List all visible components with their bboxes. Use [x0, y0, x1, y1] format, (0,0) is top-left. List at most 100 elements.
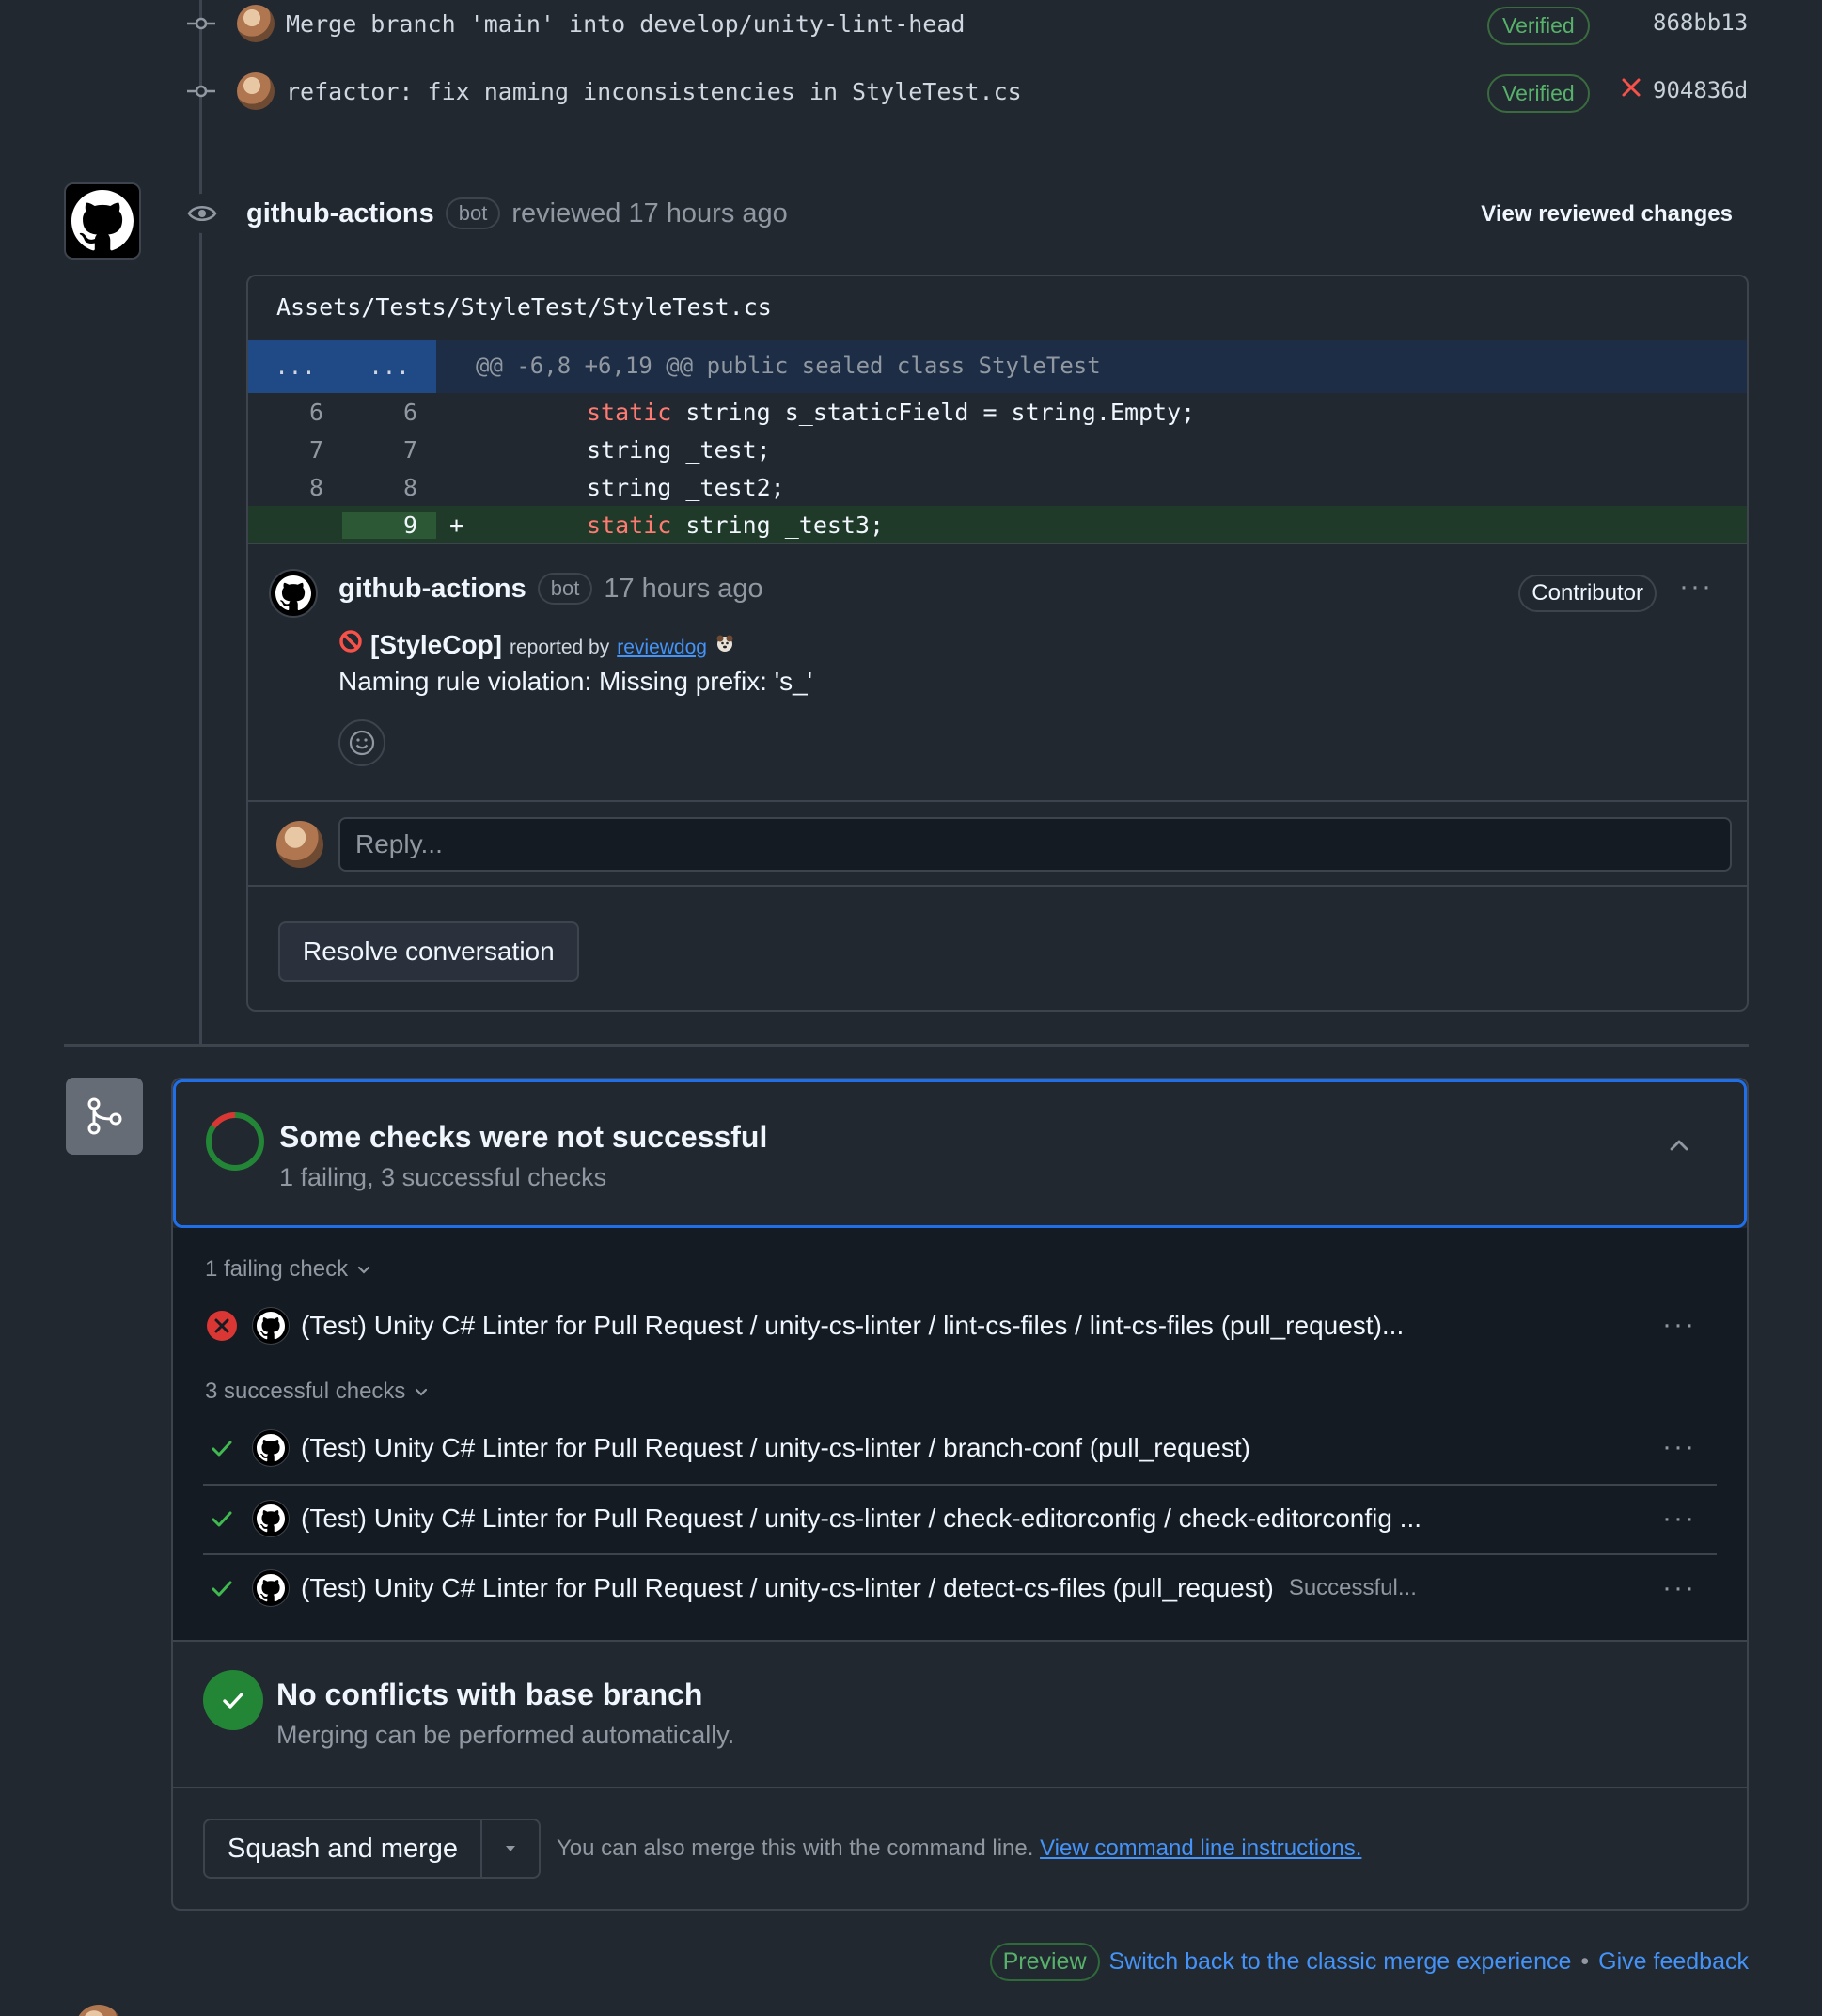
new-line-number[interactable]: 9 — [342, 512, 436, 539]
commit-sha[interactable]: 868bb13 — [1653, 9, 1748, 36]
verified-badge[interactable]: Verified — [1487, 74, 1590, 113]
conflicts-status: No conflicts with base branch Merging ca… — [173, 1642, 1747, 1788]
new-line-number[interactable]: 6 — [342, 399, 436, 426]
stylecop-tag: [StyleCop] — [370, 630, 502, 659]
hunk-expand-right[interactable]: ... — [342, 354, 436, 380]
switch-back-link[interactable]: Switch back to the classic merge experie… — [1109, 1948, 1572, 1976]
github-icon — [252, 1429, 290, 1467]
checks-title: Some checks were not successful — [279, 1120, 768, 1154]
check-row-failing[interactable]: (Test) Unity C# Linter for Pull Request … — [203, 1292, 1717, 1360]
conflicts-title: No conflicts with base branch — [276, 1677, 703, 1711]
merge-panel: Some checks were not successful 1 failin… — [171, 1078, 1749, 1911]
chevron-down-icon — [416, 1388, 428, 1396]
resolve-conversation-button[interactable]: Resolve conversation — [278, 921, 579, 982]
chevron-down-icon — [357, 1266, 370, 1274]
old-line-number[interactable]: 8 — [248, 474, 342, 501]
check-more-options-icon[interactable]: ··· — [1662, 1572, 1696, 1604]
code-text: string _test; — [587, 436, 771, 464]
code-text: string _test2; — [587, 474, 785, 501]
review-header: github-actions bot reviewed 17 hours ago — [246, 197, 788, 229]
checks-summary[interactable]: Some checks were not successful 1 failin… — [173, 1079, 1747, 1228]
comment-author-avatar[interactable] — [269, 569, 318, 618]
section-divider — [64, 1044, 1749, 1047]
file-path[interactable]: Assets/Tests/StyleTest/StyleTest.cs — [276, 293, 772, 321]
diff-line: 6 6 static string s_staticField = string… — [248, 393, 1747, 431]
checks-list: 1 failing check (Test) Unity C# Linter f… — [173, 1228, 1747, 1642]
check-row-successful[interactable]: (Test) Unity C# Linter for Pull Request … — [203, 1553, 1717, 1621]
comment-more-options-icon[interactable]: ··· — [1679, 571, 1713, 603]
preview-badge: Preview — [989, 1943, 1100, 1981]
commit-message[interactable]: refactor: fix naming inconsistencies in … — [286, 78, 1022, 105]
review-comment: github-actions bot 17 hours ago Contribu… — [248, 543, 1747, 800]
hunk-header-text: @@ -6,8 +6,19 @@ public sealed class Sty… — [476, 353, 1101, 379]
command-line-instructions-link[interactable]: View command line instructions. — [1040, 1835, 1361, 1861]
hunk-expand-left[interactable]: ... — [248, 354, 342, 380]
merge-actions: Squash and merge You can also merge this… — [173, 1788, 1747, 1909]
review-action[interactable]: reviewed 17 hours ago — [511, 198, 787, 229]
current-user-avatar[interactable] — [276, 821, 323, 868]
check-row-successful[interactable]: (Test) Unity C# Linter for Pull Request … — [203, 1484, 1717, 1551]
x-circle-icon — [203, 1310, 241, 1342]
check-name[interactable]: (Test) Unity C# Linter for Pull Request … — [301, 1311, 1404, 1341]
github-actions-avatar[interactable] — [64, 182, 141, 260]
comment-body: Naming rule violation: Missing prefix: '… — [338, 667, 812, 696]
code-text: static string s_staticField = string.Emp… — [587, 399, 1196, 426]
chevron-up-icon[interactable] — [1667, 1133, 1691, 1158]
git-merge-icon — [66, 1078, 143, 1155]
give-feedback-link[interactable]: Give feedback — [1598, 1948, 1749, 1976]
check-more-options-icon[interactable]: ··· — [1662, 1431, 1696, 1463]
dog-icon — [715, 630, 735, 660]
check-status-text: Successful... — [1288, 1575, 1417, 1600]
verified-badge[interactable]: Verified — [1487, 7, 1590, 45]
contributor-badge: Contributor — [1518, 575, 1657, 612]
view-reviewed-changes-link[interactable]: View reviewed changes — [1481, 201, 1733, 228]
commit-message[interactable]: Merge branch 'main' into develop/unity-l… — [286, 10, 965, 38]
failing-checks-toggle[interactable]: 1 failing check — [205, 1256, 372, 1283]
check-row-successful[interactable]: (Test) Unity C# Linter for Pull Request … — [203, 1414, 1717, 1482]
check-more-options-icon[interactable]: ··· — [1662, 1503, 1696, 1535]
squash-and-merge-button[interactable]: Squash and merge — [205, 1820, 483, 1877]
comment-author[interactable]: github-actions — [338, 574, 526, 605]
new-line-number[interactable]: 7 — [342, 436, 436, 464]
failing-checks-label: 1 failing check — [205, 1256, 349, 1282]
successful-checks-toggle[interactable]: 3 successful checks — [205, 1378, 430, 1405]
review-thread: Assets/Tests/StyleTest/StyleTest.cs ... … — [246, 275, 1749, 1012]
add-reaction-button[interactable] — [338, 719, 385, 766]
commit-icon — [179, 69, 224, 114]
check-icon — [203, 1435, 241, 1461]
reviewdog-link[interactable]: reviewdog — [617, 637, 707, 659]
footer-separator: • — [1580, 1948, 1590, 1975]
merge-method-dropdown[interactable] — [482, 1820, 539, 1877]
next-event-avatar[interactable] — [75, 2005, 122, 2016]
merge-footer: Preview Switch back to the classic merge… — [989, 1943, 1749, 1981]
diff-hunk-header: ... ... @@ -6,8 +6,19 @@ public sealed c… — [248, 340, 1747, 393]
check-name[interactable]: (Test) Unity C# Linter for Pull Request … — [301, 1504, 1421, 1534]
expand-hunk-button[interactable]: ... ... — [248, 340, 436, 393]
check-name[interactable]: (Test) Unity C# Linter for Pull Request … — [301, 1573, 1274, 1603]
github-icon — [252, 1307, 290, 1345]
check-icon — [203, 1575, 241, 1601]
timeline-line — [199, 0, 202, 1044]
prohibited-icon — [338, 629, 363, 660]
commit-author-avatar[interactable] — [237, 72, 275, 110]
commit-author-avatar[interactable] — [237, 5, 275, 42]
checks-subtitle: 1 failing, 3 successful checks — [279, 1163, 607, 1191]
check-icon — [203, 1505, 241, 1532]
reply-input[interactable] — [338, 817, 1732, 872]
successful-checks-label: 3 successful checks — [205, 1378, 406, 1404]
reply-area — [248, 800, 1747, 887]
check-name[interactable]: (Test) Unity C# Linter for Pull Request … — [301, 1433, 1250, 1463]
x-icon[interactable] — [1621, 77, 1641, 102]
new-line-number[interactable]: 8 — [342, 474, 436, 501]
review-author[interactable]: github-actions — [246, 198, 434, 229]
old-line-number[interactable]: 6 — [248, 399, 342, 426]
github-icon — [252, 1569, 290, 1607]
check-more-options-icon[interactable]: ··· — [1662, 1309, 1696, 1341]
diff-line-added: 9 + static string _test3; — [248, 506, 1747, 543]
commit-sha[interactable]: 904836d — [1653, 77, 1748, 103]
smiley-icon — [349, 730, 375, 756]
bot-badge: bot — [537, 573, 593, 605]
squash-and-merge-button-group: Squash and merge — [203, 1819, 542, 1879]
comment-time[interactable]: 17 hours ago — [604, 574, 762, 605]
old-line-number[interactable]: 7 — [248, 436, 342, 464]
